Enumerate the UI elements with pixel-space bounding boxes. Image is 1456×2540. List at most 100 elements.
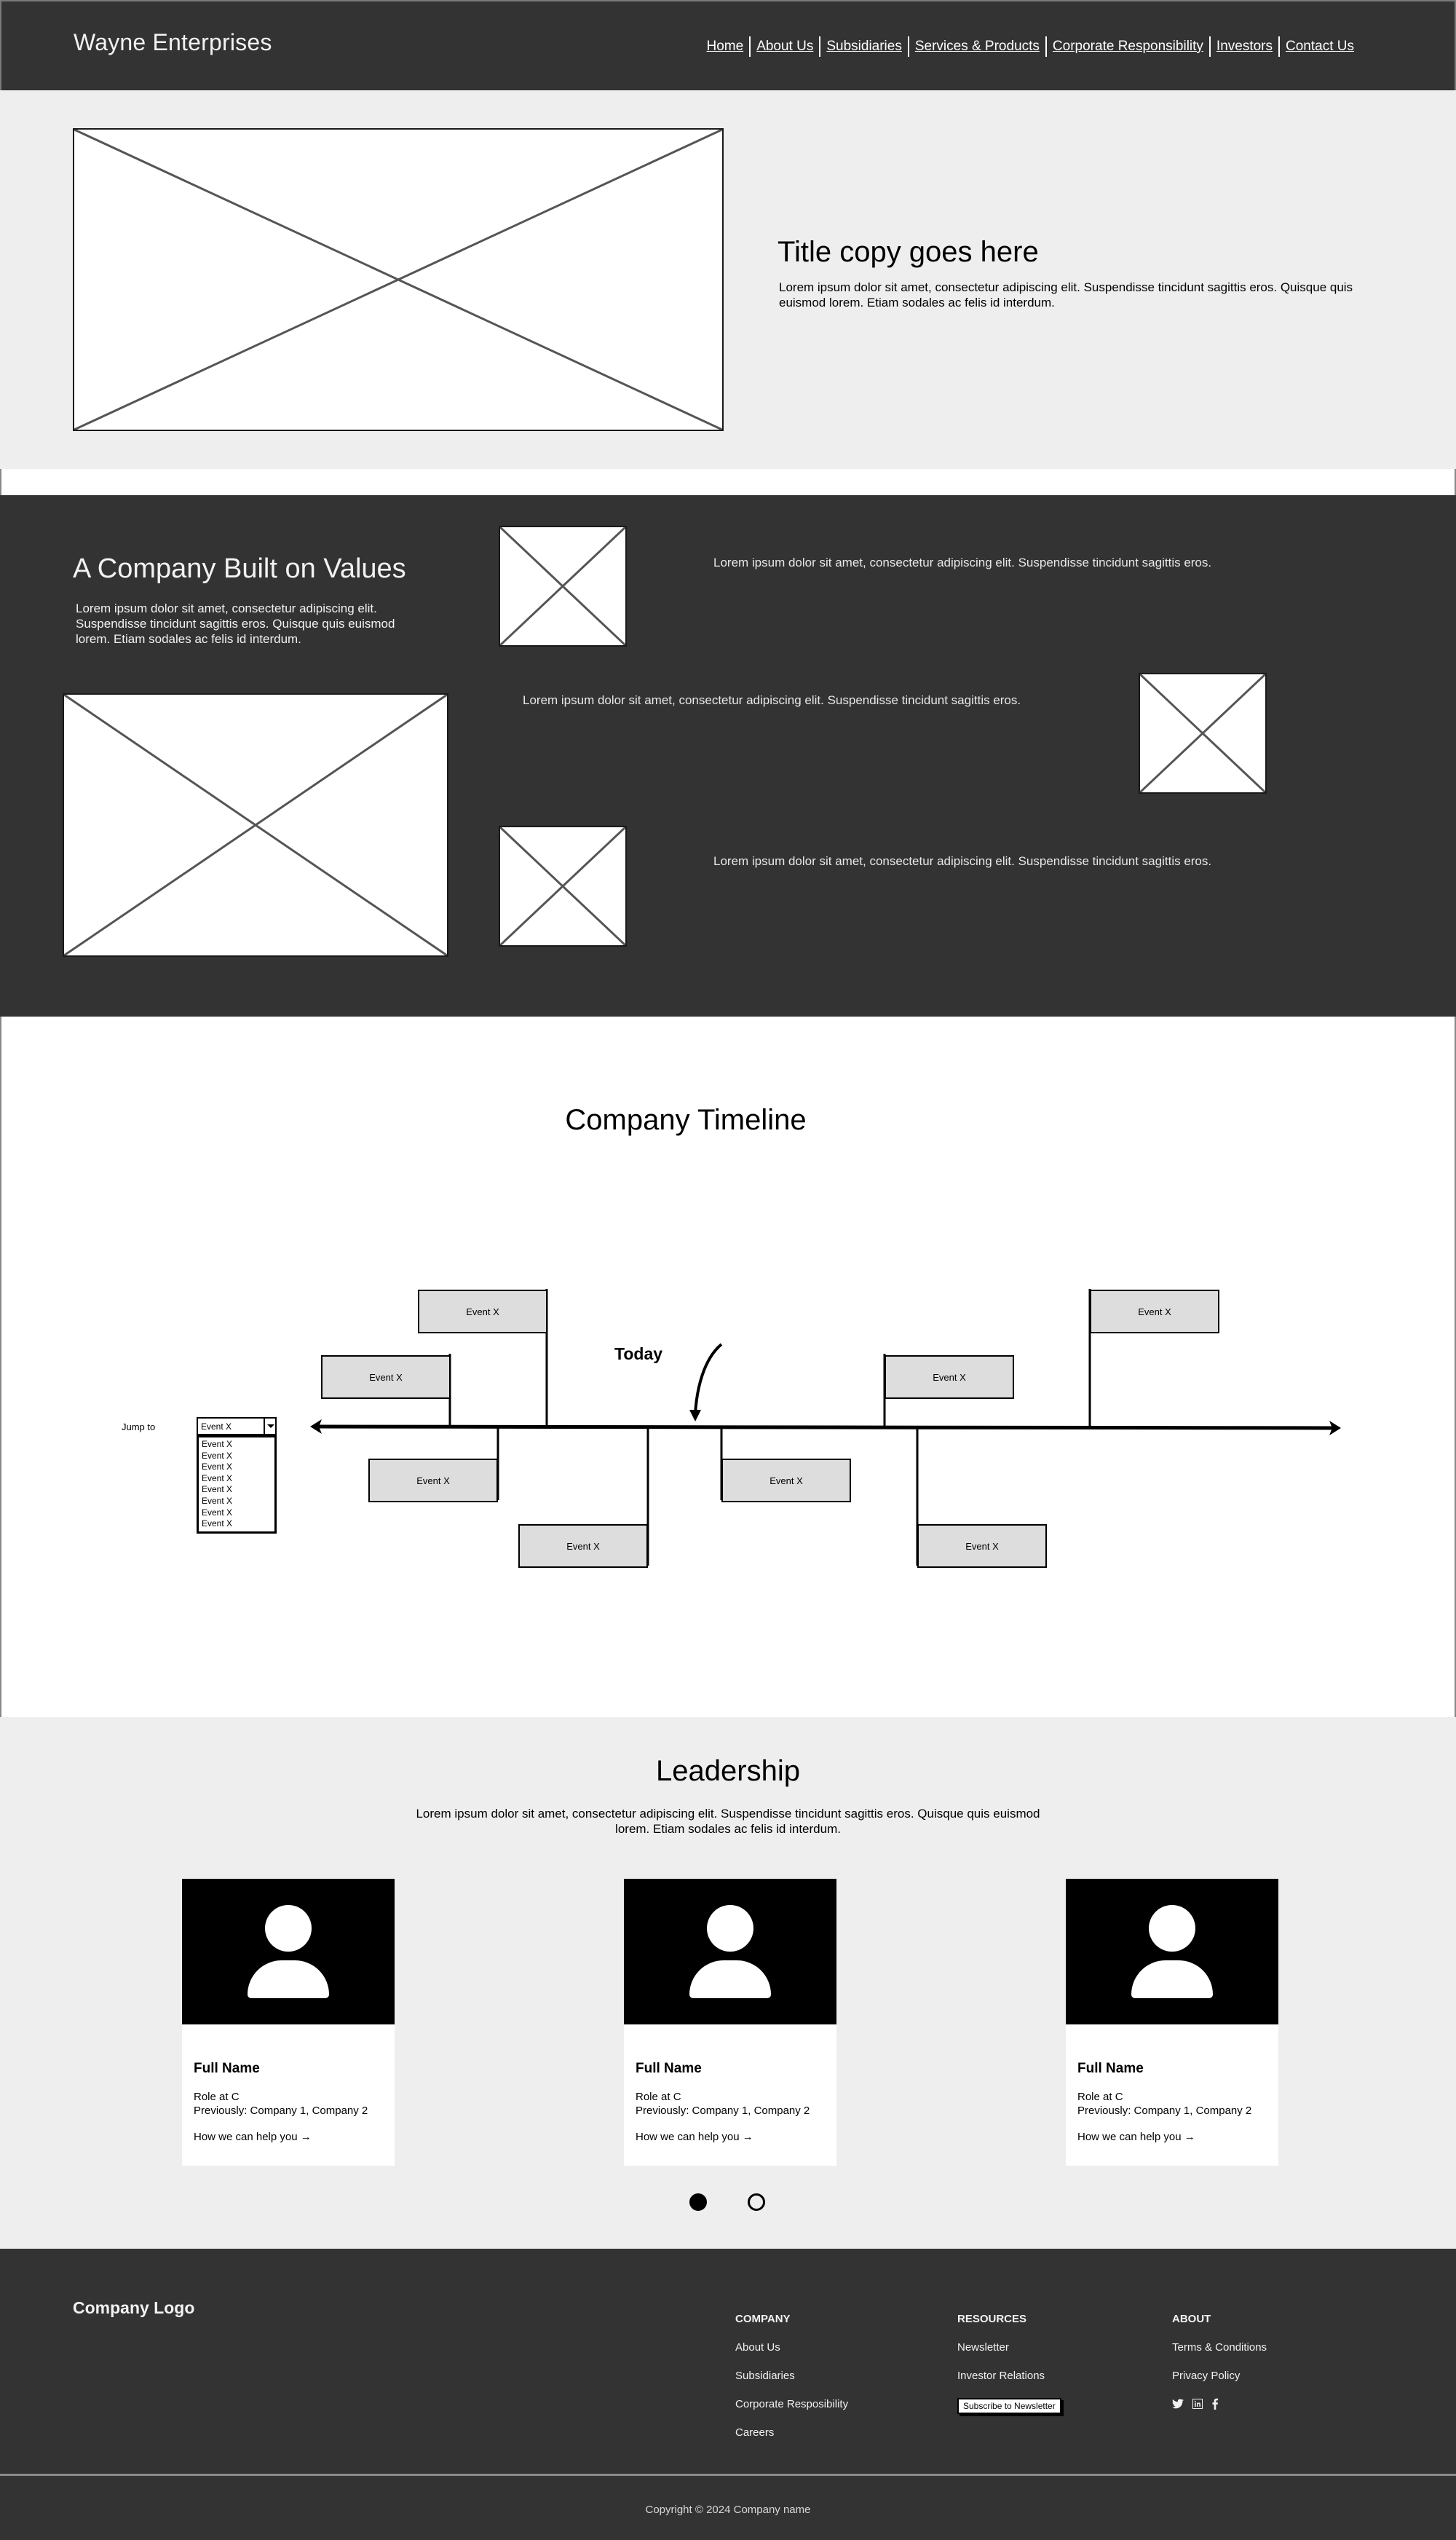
jump-to-option[interactable]: Event X: [202, 1496, 272, 1507]
main-nav: Home About Us Subsidiaries Services & Pr…: [701, 36, 1361, 57]
today-arrowhead: [689, 1410, 701, 1421]
person-icon: [1149, 1905, 1195, 1952]
site-header: Wayne Enterprises Home About Us Subsidia…: [0, 0, 1456, 90]
footer-link-careers[interactable]: Careers: [735, 2426, 848, 2455]
leader-name: Full Name: [636, 2061, 702, 2076]
timeline-event[interactable]: Event X: [368, 1459, 498, 1502]
avatar: [182, 1879, 395, 2024]
footer-link-about-us[interactable]: About Us: [735, 2341, 848, 2370]
value-image-placeholder-2: [1139, 673, 1267, 794]
leader-card: Full Name Role at C Previously: Company …: [1066, 1879, 1278, 2166]
values-section: A Company Built on Values Lorem ipsum do…: [0, 495, 1456, 1017]
avatar: [1066, 1879, 1278, 2024]
copyright-text: Copyright © 2024 Company name: [645, 2504, 811, 2516]
jump-to-option[interactable]: Event X: [202, 1439, 272, 1451]
leader-card: Full Name Role at C Previously: Company …: [182, 1879, 395, 2166]
values-title: A Company Built on Values: [73, 553, 406, 584]
nav-services-products[interactable]: Services & Products: [909, 39, 1045, 55]
footer-logo[interactable]: Company Logo: [73, 2298, 194, 2318]
leader-role-title: Role at C: [1077, 2091, 1123, 2103]
today-label: Today: [614, 1344, 663, 1363]
value-image-placeholder-1: [499, 526, 627, 647]
timeline-left-arrowhead: [310, 1419, 322, 1434]
facebook-icon[interactable]: [1211, 2398, 1219, 2410]
leadership-title: Leadership: [656, 1755, 800, 1787]
timeline-event[interactable]: Event X: [321, 1355, 451, 1399]
nav-corporate-responsibility[interactable]: Corporate Responsibility: [1047, 39, 1209, 55]
nav-about-us[interactable]: About Us: [751, 39, 819, 55]
leader-name: Full Name: [194, 2061, 260, 2076]
values-text: Lorem ipsum dolor sit amet, consectetur …: [76, 602, 395, 646]
timeline-right-arrowhead: [1329, 1421, 1341, 1435]
footer-heading: RESOURCES: [957, 2313, 1027, 2325]
value-text-2: Lorem ipsum dolor sit amet, consectetur …: [523, 693, 1021, 707]
jump-to-option[interactable]: Event X: [202, 1507, 272, 1519]
jump-to-option[interactable]: Event X: [202, 1462, 272, 1473]
jump-to-select-value: Event X: [201, 1421, 232, 1432]
avatar: [624, 1879, 836, 2024]
leadership-section: Leadership Lorem ipsum dolor sit amet, c…: [0, 1717, 1456, 2249]
hero-image-placeholder: [73, 128, 724, 431]
leader-previous: Previously: Company 1, Company 2: [194, 2105, 368, 2117]
chevron-down-icon[interactable]: [264, 1419, 275, 1434]
footer-link-corporate-responsibility[interactable]: Corporate Resposibility: [735, 2398, 848, 2426]
footer-link-investor-relations[interactable]: Investor Relations: [957, 2370, 1061, 2398]
social-links: [1172, 2398, 1267, 2410]
value-image-placeholder-3: [499, 826, 627, 947]
site-footer: Company Logo COMPANY About Us Subsidiari…: [0, 2249, 1456, 2540]
timeline-event[interactable]: Event X: [885, 1355, 1014, 1399]
timeline-section: Company Timeline Today Event X Event X E…: [0, 1017, 1456, 1717]
footer-divider: [0, 2474, 1456, 2476]
nav-home[interactable]: Home: [701, 39, 750, 55]
leader-previous: Previously: Company 1, Company 2: [1077, 2105, 1252, 2117]
nav-subsidiaries[interactable]: Subsidiaries: [820, 39, 908, 55]
footer-link-privacy[interactable]: Privacy Policy: [1172, 2370, 1267, 2398]
timeline-axis: [315, 1424, 1334, 1430]
timeline-event[interactable]: Event X: [1090, 1290, 1219, 1333]
nav-contact-us[interactable]: Contact Us: [1280, 39, 1360, 55]
jump-to-option[interactable]: Event X: [202, 1518, 272, 1530]
twitter-icon[interactable]: [1172, 2399, 1184, 2409]
brand-name[interactable]: Wayne Enterprises: [74, 29, 272, 56]
person-icon-body: [248, 1960, 329, 1998]
timeline-event[interactable]: Event X: [518, 1524, 648, 1568]
person-icon-body: [689, 1960, 771, 1998]
carousel-dot[interactable]: [748, 2193, 765, 2211]
timeline-event[interactable]: Event X: [721, 1459, 851, 1502]
leader-name: Full Name: [1077, 2061, 1144, 2076]
person-icon-body: [1131, 1960, 1213, 1998]
leader-role-title: Role at C: [636, 2091, 681, 2103]
footer-column-company: COMPANY About Us Subsidiaries Corporate …: [735, 2313, 848, 2455]
subscribe-newsletter-button[interactable]: Subscribe to Newsletter: [957, 2398, 1061, 2414]
leader-help-link[interactable]: How we can help you →: [1077, 2131, 1195, 2143]
leader-help-link[interactable]: How we can help you →: [194, 2131, 312, 2143]
leader-card: Full Name Role at C Previously: Company …: [624, 1879, 836, 2166]
hero-title: Title copy goes here: [778, 236, 1039, 268]
nav-investors[interactable]: Investors: [1211, 39, 1278, 55]
footer-column-about: ABOUT Terms & Conditions Privacy Policy: [1172, 2313, 1267, 2410]
footer-link-newsletter[interactable]: Newsletter: [957, 2341, 1061, 2370]
carousel-dot-active[interactable]: [689, 2193, 707, 2211]
jump-to-label: Jump to: [122, 1421, 156, 1432]
leadership-text: Lorem ipsum dolor sit amet, consectetur …: [416, 1807, 1040, 1836]
footer-heading: ABOUT: [1172, 2313, 1211, 2325]
leader-role: Role at C Previously: Company 1, Company…: [636, 2090, 810, 2118]
jump-to-option[interactable]: Event X: [202, 1473, 272, 1485]
timeline-title: Company Timeline: [565, 1104, 807, 1136]
jump-to-option[interactable]: Event X: [202, 1484, 272, 1496]
hero-text: Lorem ipsum dolor sit amet, consectetur …: [779, 280, 1353, 309]
footer-link-subsidiaries[interactable]: Subsidiaries: [735, 2370, 848, 2398]
leader-help-link[interactable]: How we can help you →: [636, 2131, 753, 2143]
linkedin-icon[interactable]: [1192, 2399, 1203, 2409]
value-text-1: Lorem ipsum dolor sit amet, consectetur …: [713, 556, 1212, 569]
footer-link-terms[interactable]: Terms & Conditions: [1172, 2341, 1267, 2370]
jump-to-select[interactable]: Event X: [197, 1417, 277, 1435]
timeline-event[interactable]: Event X: [917, 1524, 1047, 1568]
value-text-3: Lorem ipsum dolor sit amet, consectetur …: [713, 854, 1212, 868]
person-icon: [265, 1905, 312, 1952]
timeline-event[interactable]: Event X: [418, 1290, 547, 1333]
leader-role: Role at C Previously: Company 1, Company…: [1077, 2090, 1251, 2118]
leader-role: Role at C Previously: Company 1, Company…: [194, 2090, 368, 2118]
footer-column-resources: RESOURCES Newsletter Investor Relations …: [957, 2313, 1061, 2414]
jump-to-option[interactable]: Event X: [202, 1451, 272, 1462]
